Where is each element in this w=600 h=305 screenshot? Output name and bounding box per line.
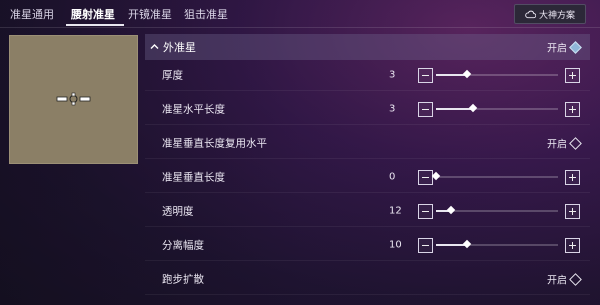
decrease-button[interactable] (418, 170, 433, 185)
slider-fill (436, 244, 467, 246)
section-toggle-text: 开启 (547, 43, 567, 55)
tab-scope[interactable]: 开镜准星 (128, 6, 172, 22)
toggle-text: 开启 (547, 275, 567, 287)
decrease-button[interactable] (418, 204, 433, 219)
increase-button[interactable] (565, 68, 580, 83)
active-tab-indicator (66, 24, 124, 26)
setting-label: 厚度 (162, 69, 183, 82)
crosshair-icon (56, 92, 91, 106)
decrease-button[interactable] (418, 68, 433, 83)
setting-value: 12 (389, 205, 402, 217)
slider-track[interactable] (436, 205, 558, 215)
slider-track[interactable] (436, 239, 558, 249)
toggle-diamond[interactable] (569, 273, 582, 286)
increase-button[interactable] (565, 170, 580, 185)
tab-hipfire[interactable]: 腰射准星 (71, 6, 115, 22)
tab-bar: 准星通用 腰射准星 开镜准星 狙击准星 大神方案 (0, 0, 600, 28)
setting-row-thickness: 厚度 3 (145, 60, 590, 91)
setting-row-opacity: 透明度 12 (145, 196, 590, 227)
preset-plans-button[interactable]: 大神方案 (514, 4, 586, 24)
slider-fill (436, 74, 467, 76)
slider-fill (436, 108, 473, 110)
increase-button[interactable] (565, 204, 580, 219)
setting-row-run_spread: 跑步扩散 开启 (145, 264, 590, 295)
slider-thumb[interactable] (446, 205, 455, 215)
setting-label: 准星垂直长度复用水平 (162, 137, 267, 150)
setting-row-v_length: 准星垂直长度 0 (145, 162, 590, 193)
setting-label: 透明度 (162, 205, 194, 218)
setting-label: 准星垂直长度 (162, 171, 225, 184)
setting-label: 跑步扩散 (162, 273, 204, 286)
decrease-button[interactable] (418, 238, 433, 253)
slider-thumb[interactable] (462, 69, 471, 79)
decrease-button[interactable] (418, 102, 433, 117)
crosshair-preview (9, 35, 138, 164)
setting-value: 3 (389, 69, 396, 81)
section-outer-crosshair[interactable]: 外准星 开启 (145, 34, 590, 60)
tab-general[interactable]: 准星通用 (10, 6, 54, 22)
preset-plans-label: 大神方案 (538, 10, 575, 21)
increase-button[interactable] (565, 102, 580, 117)
chevron-up-icon (150, 44, 159, 49)
setting-value: 0 (389, 171, 396, 183)
slider-thumb[interactable] (431, 171, 441, 181)
slider-thumb[interactable] (468, 103, 477, 113)
setting-row-v_reuse: 准星垂直长度复用水平 开启 (145, 128, 590, 159)
setting-row-h_length: 准星水平长度 3 (145, 94, 590, 125)
setting-label: 分离幅度 (162, 239, 204, 252)
toggle-text: 开启 (547, 139, 567, 151)
tab-sniper[interactable]: 狙击准星 (184, 6, 228, 22)
slider-track[interactable] (436, 69, 558, 79)
section-title: 外准星 (163, 41, 196, 54)
slider-thumb[interactable] (462, 239, 471, 249)
setting-value: 3 (389, 103, 396, 115)
slider-track[interactable] (431, 171, 558, 181)
setting-row-spread: 分离幅度 10 (145, 230, 590, 261)
setting-label: 准星水平长度 (162, 103, 225, 116)
toggle-diamond[interactable] (569, 137, 582, 150)
section-toggle[interactable] (569, 41, 582, 54)
increase-button[interactable] (565, 238, 580, 253)
cloud-icon (525, 10, 536, 18)
tab-divider (0, 27, 600, 28)
setting-value: 10 (389, 239, 402, 251)
slider-track[interactable] (436, 103, 558, 113)
